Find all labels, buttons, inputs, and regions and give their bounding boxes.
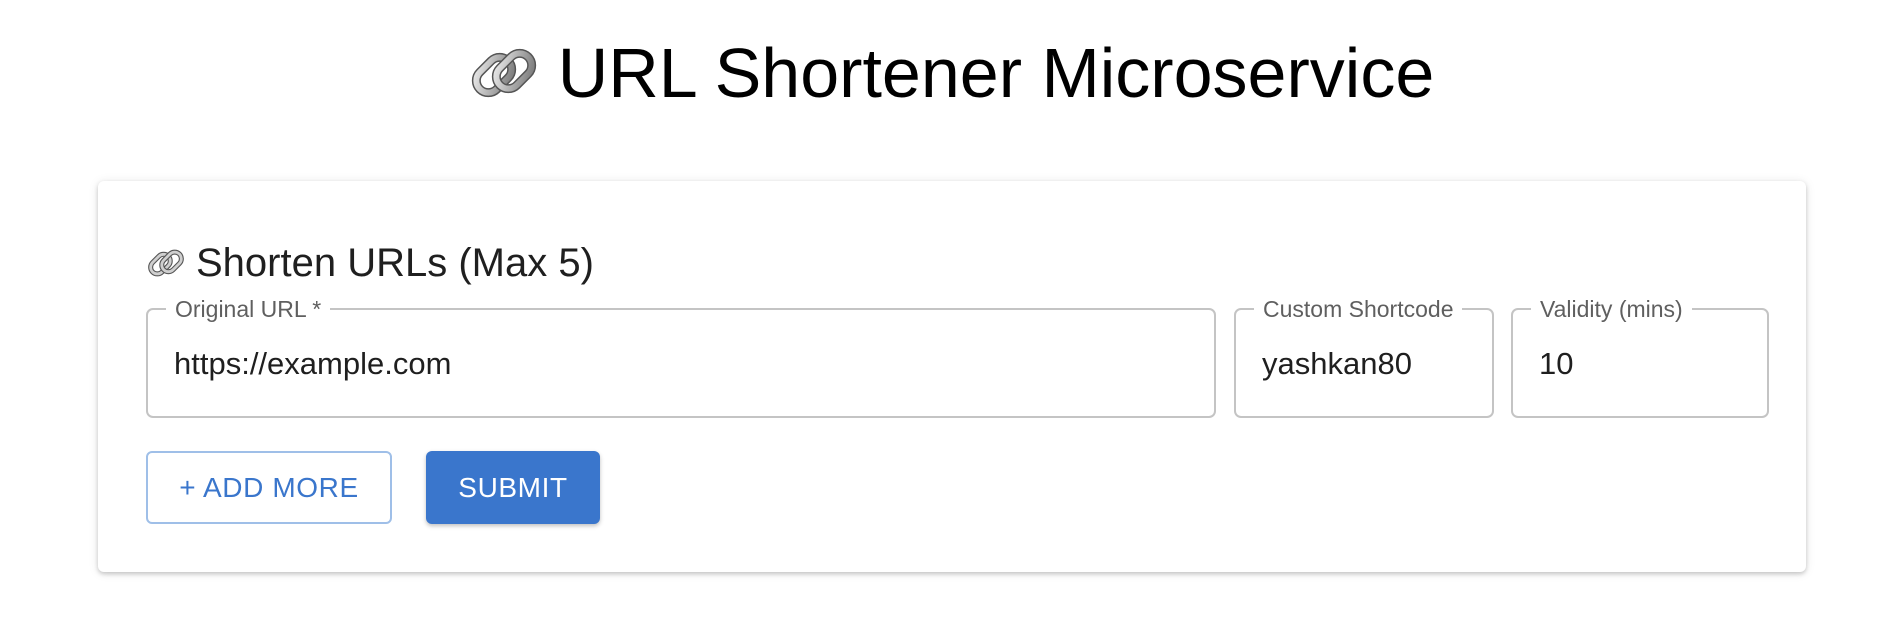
original-url-field[interactable]: Original URL * — [146, 295, 1216, 418]
page-title: URL Shortener Microservice — [0, 28, 1902, 118]
shorten-form-card: Shorten URLs (Max 5) Original URL * Cust… — [98, 181, 1806, 572]
page-title-text: URL Shortener Microservice — [557, 34, 1435, 112]
submit-button[interactable]: SUBMIT — [426, 451, 600, 524]
validity-input[interactable] — [1539, 342, 1747, 386]
custom-shortcode-field[interactable]: Custom Shortcode — [1234, 295, 1494, 418]
custom-shortcode-input[interactable] — [1262, 342, 1472, 386]
original-url-input[interactable] — [174, 342, 1194, 386]
add-more-button[interactable]: + ADD MORE — [146, 451, 392, 524]
link-icon — [468, 37, 540, 109]
validity-field[interactable]: Validity (mins) — [1511, 295, 1769, 418]
link-icon — [146, 243, 186, 283]
form-title-text: Shorten URLs (Max 5) — [196, 241, 594, 285]
form-title: Shorten URLs (Max 5) — [146, 237, 594, 289]
custom-shortcode-label: Custom Shortcode — [1254, 295, 1463, 323]
original-url-label: Original URL * — [166, 295, 331, 323]
validity-label: Validity (mins) — [1531, 295, 1692, 323]
